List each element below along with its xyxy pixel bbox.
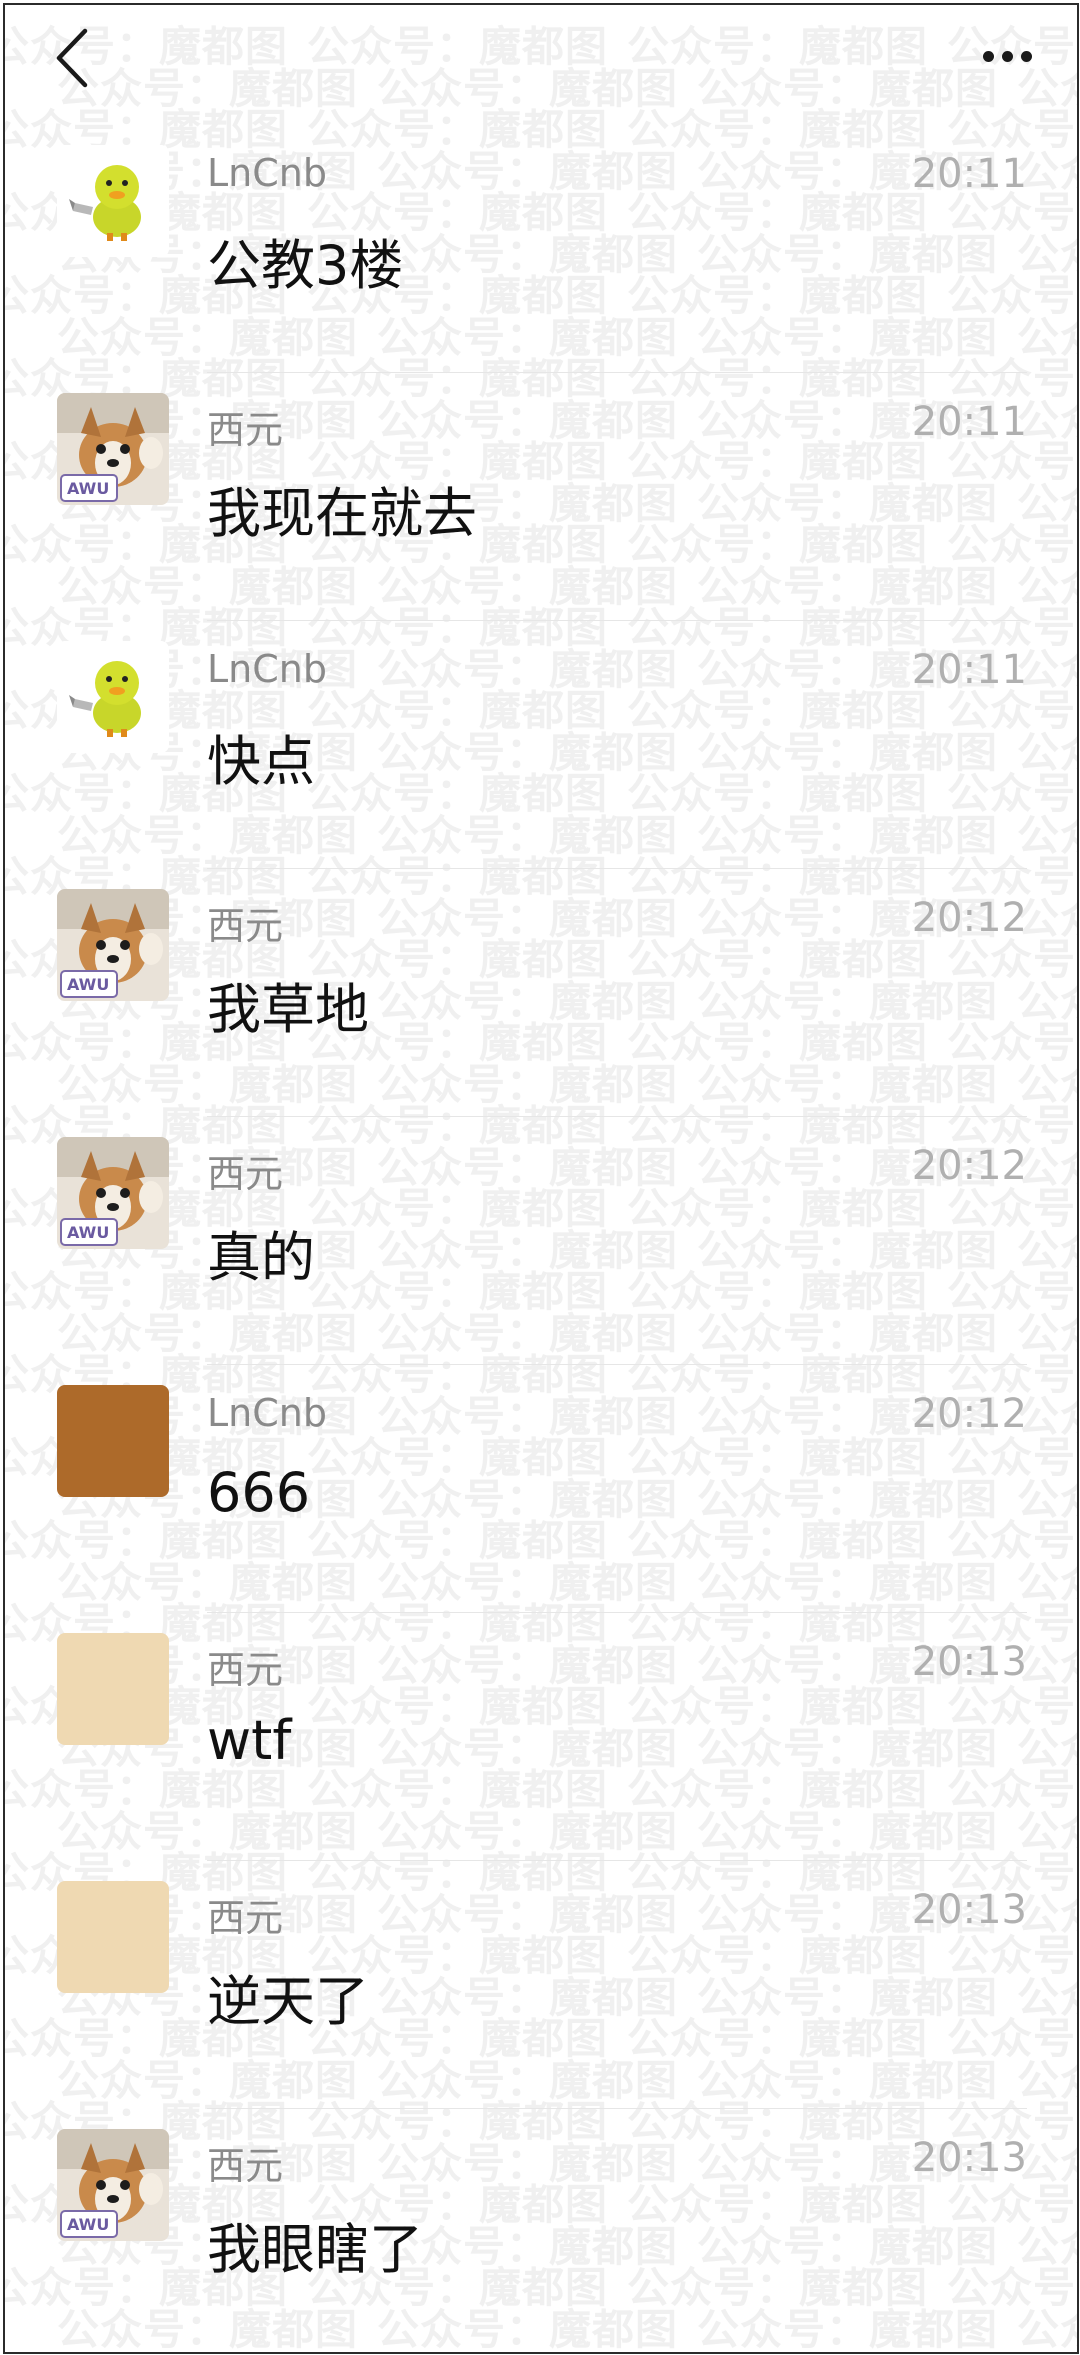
more-dots-icon (982, 50, 994, 62)
svg-text:AWU: AWU (67, 1223, 109, 1242)
message-item[interactable]: LnCnb 20:11 公教3楼 (5, 125, 1077, 373)
message-time: 20:13 (911, 2135, 1027, 2181)
sender-name: 西元 (207, 2144, 284, 2188)
message-text: wtf (207, 1709, 292, 1772)
sender-name: LnCnb (207, 1391, 327, 1435)
svg-text:AWU: AWU (67, 479, 109, 498)
message-text: 我眼瞎了 (207, 2218, 423, 2281)
sender-name: LnCnb (207, 151, 327, 195)
sender-name: LnCnb (207, 647, 327, 691)
message-time: 20:13 (911, 1887, 1027, 1933)
message-text: 666 (207, 1461, 311, 1524)
message-time: 20:11 (911, 399, 1027, 445)
message-item[interactable]: 西元 20:13 逆天了 (5, 1861, 1077, 2109)
message-time: 20:12 (911, 1143, 1027, 1189)
sender-name: 西元 (207, 408, 284, 452)
message-text: 真的 (207, 1226, 315, 1289)
sender-name: 西元 (207, 1648, 284, 1692)
message-time: 20:13 (911, 1639, 1027, 1685)
message-item[interactable]: AWU 西元 20:12 我草地 (5, 869, 1077, 1117)
svg-text:AWU: AWU (67, 2215, 109, 2234)
back-button[interactable] (43, 23, 103, 93)
message-time: 20:11 (911, 151, 1027, 197)
dog-avatar[interactable]: AWU (57, 393, 169, 505)
message-text: 公教3楼 (207, 234, 404, 297)
chevron-left-icon (56, 28, 88, 88)
chat-history-screen: 公众号：魔都图公众号：魔都图公众号：魔都图公众号：魔都图公众号：魔都图公众号：魔… (3, 3, 1079, 2354)
message-time: 20:11 (911, 647, 1027, 693)
message-list: LnCnb 20:11 公教3楼 AWU 西元 20:11 我现在就去 LnCnb 20:11 快… (5, 125, 1077, 2352)
message-text: 快点 (207, 730, 315, 793)
solid-avatar[interactable] (57, 1881, 169, 1993)
top-bar (5, 5, 1077, 125)
message-time: 20:12 (911, 1391, 1027, 1437)
message-item[interactable]: AWU 西元 20:12 真的 (5, 1117, 1077, 1365)
message-item[interactable]: AWU 西元 20:11 我现在就去 (5, 373, 1077, 621)
message-item[interactable]: LnCnb 20:11 快点 (5, 621, 1077, 869)
message-text: 我草地 (207, 978, 369, 1041)
sender-name: 西元 (207, 1896, 284, 1940)
message-text: 逆天了 (207, 1970, 369, 2033)
message-item[interactable]: LnCnb 20:12 666 (5, 1365, 1077, 1613)
sender-name: 西元 (207, 904, 284, 948)
sender-name: 西元 (207, 1152, 284, 1196)
message-time: 20:12 (911, 895, 1027, 941)
message-text: 我现在就去 (207, 482, 477, 545)
duck-avatar[interactable] (57, 145, 169, 257)
svg-text:AWU: AWU (67, 975, 109, 994)
message-item[interactable]: 西元 20:13 wtf (5, 1613, 1077, 1861)
solid-avatar[interactable] (57, 1633, 169, 1745)
message-item[interactable]: AWU 西元 20:13 我眼瞎了 (5, 2109, 1077, 2352)
duck-avatar[interactable] (57, 641, 169, 753)
more-options-button[interactable] (967, 31, 1047, 81)
dog-avatar[interactable]: AWU (57, 1137, 169, 1249)
dog-avatar[interactable]: AWU (57, 889, 169, 1001)
solid-avatar[interactable] (57, 1385, 169, 1497)
dog-avatar[interactable]: AWU (57, 2129, 169, 2241)
